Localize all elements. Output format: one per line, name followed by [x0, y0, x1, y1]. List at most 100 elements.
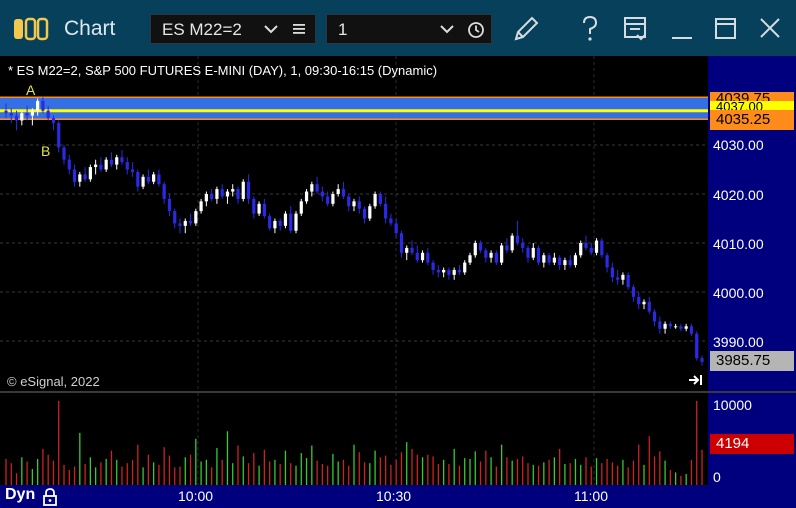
pencil-icon[interactable] [510, 14, 542, 44]
candle-body [289, 213, 293, 231]
maximize-icon[interactable] [712, 14, 740, 44]
volume-chart[interactable] [0, 393, 708, 485]
interval-input[interactable]: 1 [326, 14, 492, 44]
candle-body [663, 323, 667, 329]
candle-body [283, 213, 288, 226]
candle-body [225, 191, 230, 197]
candle-body [389, 218, 393, 224]
candle-body [605, 255, 609, 268]
candle-body [689, 326, 694, 334]
candle-body [220, 189, 224, 197]
candle-body [204, 194, 208, 202]
candle-body [647, 301, 651, 312]
candle-body [252, 198, 256, 214]
candle-body [262, 203, 266, 217]
candle-body [478, 243, 483, 251]
candle-body [384, 203, 388, 219]
candle-body [278, 220, 282, 226]
candle-body [579, 243, 583, 256]
candle-body [304, 191, 309, 202]
candle-body [600, 240, 604, 256]
candle-body [152, 174, 156, 182]
candle-body [457, 269, 462, 273]
candle-body [246, 181, 251, 199]
candle-body [331, 194, 335, 204]
candle-body [378, 194, 382, 204]
window-title: Chart [64, 17, 116, 40]
volume-label: 0 [713, 469, 721, 485]
chart-title: * ES M22=2, S&P 500 FUTURES E-MINI (DAY)… [8, 63, 438, 78]
candle-body [352, 201, 356, 207]
candle-body [241, 181, 245, 199]
price-label: 4030.00 [713, 137, 764, 153]
chevron-down-icon[interactable] [263, 22, 279, 36]
candle-body [542, 255, 546, 263]
time-label: 10:00 [178, 488, 214, 504]
candle-body [120, 157, 124, 163]
candle-body [236, 189, 240, 199]
candle-body [9, 113, 13, 116]
candle-body [626, 274, 630, 288]
candle-body [57, 122, 61, 148]
candle-body [426, 252, 430, 263]
time-label: 10:30 [376, 488, 412, 504]
candle-body [67, 159, 71, 170]
scroll-to-end-icon[interactable] [688, 373, 704, 387]
marker-b[interactable]: B [41, 143, 50, 159]
candle-body [188, 220, 193, 224]
candle-body [637, 296, 641, 305]
symbol-input[interactable]: ES M22=2 [150, 14, 316, 44]
candle-body [215, 189, 219, 199]
candle-body [315, 184, 319, 192]
candle-body [99, 164, 103, 170]
dynamic-label[interactable]: Dyn [5, 486, 35, 504]
interval-value: 1 [338, 20, 348, 39]
candle-body [373, 194, 377, 207]
candle-body [652, 311, 657, 322]
candle-body [573, 255, 578, 266]
menu-icon[interactable] [291, 22, 307, 36]
candle-body [674, 326, 678, 328]
candle-body [199, 201, 203, 212]
candle-body [173, 211, 177, 224]
volume-label: 10000 [713, 397, 752, 413]
price-tag-orange: 4035.25 [710, 110, 794, 130]
candle-body [547, 255, 551, 263]
minimize-icon[interactable] [668, 14, 696, 44]
candle-body [410, 247, 414, 253]
candle-body [700, 358, 704, 362]
candle-body [104, 159, 108, 170]
candle-body [362, 208, 367, 219]
esignal-logo-icon [14, 17, 52, 46]
clock-icon[interactable] [467, 21, 485, 39]
candle-body [299, 201, 303, 214]
candle-body [141, 176, 145, 187]
candle-body [494, 252, 498, 263]
help-icon[interactable] [578, 14, 602, 44]
candle-body [136, 171, 140, 187]
candle-body [167, 198, 172, 212]
candle-body [452, 269, 456, 275]
lock-icon[interactable] [42, 487, 58, 507]
marker-a[interactable]: A [26, 82, 35, 98]
candle-body [442, 269, 446, 273]
price-label: 4010.00 [713, 236, 764, 252]
candle-body [621, 274, 625, 280]
candle-body [25, 113, 29, 116]
candle-body [4, 110, 8, 114]
candlestick-chart[interactable] [0, 56, 708, 391]
candle-body [447, 269, 451, 275]
candle-body [347, 196, 351, 207]
candle-body [146, 176, 150, 182]
candle-body [521, 243, 525, 248]
candle-body [268, 216, 272, 229]
candle-body [183, 220, 187, 226]
volume-tag: 4194 [710, 434, 794, 454]
candle-body [399, 233, 404, 253]
layout-icon[interactable] [622, 14, 650, 44]
candle-body [558, 257, 562, 266]
candle-body [589, 247, 593, 253]
chevron-down-icon[interactable] [439, 22, 455, 36]
close-icon[interactable] [756, 14, 784, 44]
candle-body [125, 162, 129, 170]
